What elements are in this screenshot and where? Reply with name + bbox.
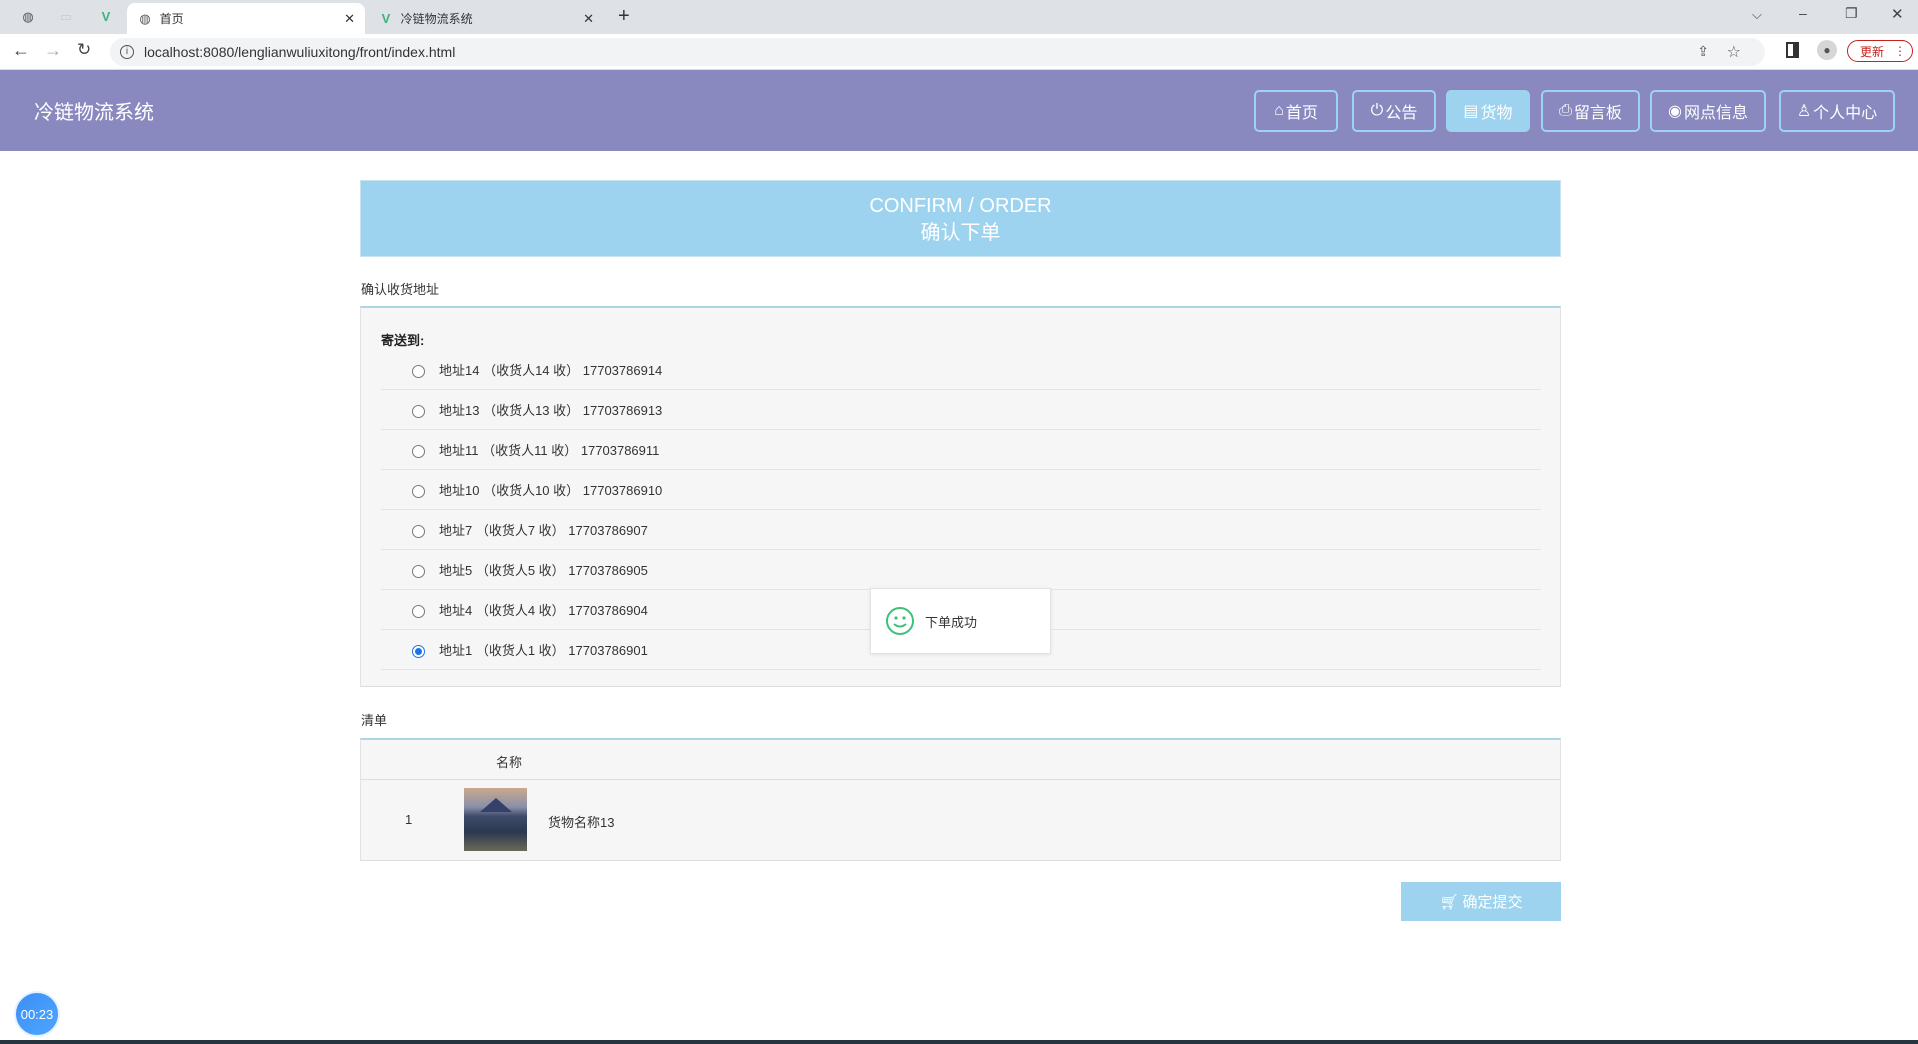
update-button[interactable]: 更新 ⋮: [1847, 40, 1913, 62]
nav-label: 网点信息: [1683, 105, 1748, 122]
globe-icon: ◉: [1668, 103, 1682, 120]
nav-personal-center[interactable]: ♙ 个人中心: [1779, 90, 1895, 132]
url-field[interactable]: i localhost:8080/lenglianwuliuxitong/fro…: [110, 38, 1765, 66]
success-toast: 下单成功: [870, 588, 1051, 654]
nav-label: 货物: [1480, 105, 1513, 122]
address-text: 地址7 （收货人7 收） 17703786907: [439, 523, 648, 538]
forward-icon[interactable]: →: [44, 40, 62, 61]
chevron-down-icon[interactable]: ⌵: [1752, 7, 1762, 23]
new-tab-icon[interactable]: +: [618, 5, 630, 28]
tab-label: 冷链物流系统: [400, 12, 473, 26]
smile-icon: [886, 607, 914, 635]
tab-label: 首页: [159, 12, 184, 26]
user-icon: ♙: [1796, 103, 1812, 120]
address-option[interactable]: 地址7 （收货人7 收） 17703786907: [381, 510, 1541, 550]
banner-title-en: CONFIRM / ORDER: [869, 195, 1052, 217]
address-radio[interactable]: [412, 365, 425, 378]
address-radio[interactable]: [412, 445, 425, 458]
page-banner: CONFIRM / ORDER 确认下单: [360, 180, 1561, 257]
power-icon: ⏻: [1370, 102, 1384, 119]
address-radio[interactable]: [412, 405, 425, 418]
row-index: 1: [405, 812, 413, 827]
table-header: 名称: [361, 740, 1560, 780]
send-to-label: 寄送到:: [381, 333, 425, 348]
side-panel-icon[interactable]: [1786, 42, 1799, 58]
profile-icon[interactable]: ●: [1817, 40, 1837, 60]
info-icon[interactable]: i: [120, 45, 134, 59]
menu-icon: ⋮: [1894, 44, 1907, 58]
share-icon[interactable]: ⇪: [1697, 43, 1709, 60]
product-name: 货物名称13: [548, 815, 615, 830]
address-text: 地址11 （收货人11 收） 17703786911: [439, 443, 660, 458]
close-window-icon[interactable]: ✕: [1891, 5, 1904, 23]
address-radio[interactable]: [412, 605, 425, 618]
list-section-label: 清单: [361, 713, 388, 728]
back-icon[interactable]: ←: [12, 40, 30, 61]
address-option[interactable]: 地址13 （收货人13 收） 17703786913: [381, 390, 1541, 430]
update-label: 更新: [1860, 44, 1885, 59]
url-text: localhost:8080/lenglianwuliuxitong/front…: [144, 44, 456, 60]
order-table: 名称 1 货物名称13: [360, 738, 1561, 861]
nav-network-info[interactable]: ◉ 网点信息: [1650, 90, 1766, 132]
nav-label: 公告: [1385, 105, 1418, 122]
reload-icon[interactable]: ↻: [77, 40, 91, 60]
star-icon[interactable]: ☆: [1727, 42, 1741, 62]
address-text: 地址13 （收货人13 收） 17703786913: [439, 403, 663, 418]
address-text: 地址5 （收货人5 收） 17703786905: [439, 563, 648, 578]
globe-icon: ◍: [139, 10, 151, 26]
address-radio[interactable]: [412, 565, 425, 578]
address-text: 地址4 （收货人4 收） 17703786904: [439, 603, 648, 618]
banner-title-zh: 确认下单: [920, 222, 1001, 244]
address-text: 地址1 （收货人1 收） 17703786901: [439, 643, 648, 658]
tab-system[interactable]: V 冷链物流系统 ✕: [368, 3, 604, 34]
nav-label: 个人中心: [1813, 105, 1878, 122]
browser-tab-bar: ◍ ▭ V ◍ 首页 ✕ V 冷链物流系统 ✕ + ⌵ – ❐ ✕: [0, 0, 1918, 34]
globe-icon[interactable]: ◍: [20, 9, 36, 25]
restore-icon[interactable]: ❐: [1845, 5, 1858, 22]
minimize-icon[interactable]: –: [1799, 5, 1807, 21]
nav-label: 首页: [1285, 105, 1318, 122]
address-radio[interactable]: [412, 485, 425, 498]
address-option[interactable]: 地址5 （收货人5 收） 17703786905: [381, 550, 1541, 590]
address-option[interactable]: 地址11 （收货人11 收） 17703786911: [381, 430, 1541, 470]
nav-label: 留言板: [1573, 105, 1622, 122]
page-icon[interactable]: ▭: [58, 9, 74, 25]
submit-order-button[interactable]: 🛒︎ 确定提交: [1401, 882, 1561, 921]
printer-icon: ⎙: [1559, 102, 1572, 119]
nav-home[interactable]: ⌂ 首页: [1254, 90, 1338, 132]
nav-goods[interactable]: ▤ 货物: [1446, 90, 1530, 132]
tab-home[interactable]: ◍ 首页 ✕: [127, 3, 365, 34]
box-icon: ▤: [1463, 103, 1479, 120]
product-image: [464, 788, 527, 851]
nav-notice[interactable]: ⏻ 公告: [1352, 90, 1436, 132]
site-title: 冷链物流系统: [34, 102, 154, 124]
vue-icon: V: [381, 10, 391, 26]
home-icon: ⌂: [1274, 102, 1284, 119]
address-section-label: 确认收货地址: [361, 282, 440, 297]
address-text: 地址14 （收货人14 收） 17703786914: [439, 363, 663, 378]
address-radio[interactable]: [412, 525, 425, 538]
address-radio[interactable]: [412, 645, 425, 658]
recording-timer[interactable]: 00:23: [14, 991, 60, 1037]
table-row: 1 货物名称13: [361, 780, 1560, 861]
close-icon[interactable]: ✕: [583, 11, 594, 27]
toast-message: 下单成功: [925, 614, 978, 630]
submit-label: 确定提交: [1462, 894, 1523, 911]
close-icon[interactable]: ✕: [344, 11, 355, 27]
taskbar: [0, 1040, 1918, 1044]
address-option[interactable]: 地址10 （收货人10 收） 17703786910: [381, 470, 1541, 510]
column-name-header: 名称: [496, 755, 523, 770]
address-option[interactable]: 地址14 （收货人14 收） 17703786914: [381, 350, 1541, 390]
address-text: 地址10 （收货人10 收） 17703786910: [439, 483, 663, 498]
cart-icon: 🛒︎: [1439, 893, 1459, 911]
vue-icon[interactable]: V: [98, 9, 114, 25]
nav-message-board[interactable]: ⎙ 留言板: [1541, 90, 1640, 132]
